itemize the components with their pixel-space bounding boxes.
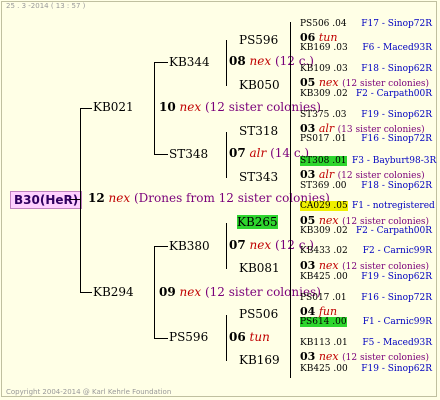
connector <box>154 338 168 339</box>
gen1-drone-label: 12 nex (Drones from 12 sister colonies) <box>88 192 330 205</box>
connector <box>80 108 92 109</box>
leaf-queen[interactable]: PS017 .01 <box>300 292 347 305</box>
leaf-pedigree-link[interactable]: F17 - Sinop72R <box>352 18 432 31</box>
sub-drone: 06 tun <box>300 31 338 44</box>
leaf-queen[interactable]: PS506 .04 <box>300 18 347 31</box>
leaf-id: KB433 .02 <box>300 246 348 256</box>
connector <box>80 292 92 293</box>
leaf-pedigree-link[interactable]: F6 - Maced93R <box>352 42 432 55</box>
leaf-pedigree-link[interactable]: F1 - notregistered <box>352 200 435 213</box>
leaf-id: CA029 .05 <box>300 201 348 211</box>
mid-queen-3[interactable]: KB380 <box>169 240 210 253</box>
connector <box>226 315 227 361</box>
mid-drone-2: 07 alr (14 c.) <box>229 146 310 160</box>
leaf-pedigree-link[interactable]: F18 - Sinop62R <box>352 63 432 76</box>
sub-drone: 05 nex (12 sister colonies) <box>300 76 430 89</box>
mid-queen-1[interactable]: KB344 <box>169 56 210 69</box>
connector <box>154 246 168 247</box>
leaf-id: KB113 .01 <box>300 338 348 348</box>
leaf-id: PS614 .00 <box>300 317 347 327</box>
mid-queen-4[interactable]: PS596 <box>169 331 208 344</box>
connector <box>226 132 227 178</box>
sub-queen-2[interactable]: KB050 <box>239 79 280 92</box>
mid-drone-4: 06 tun <box>229 330 270 344</box>
sub-drone: 03 nex (12 sister colonies) <box>300 259 430 272</box>
sub-queen-1[interactable]: PS596 <box>239 34 278 47</box>
leaf-id: PS506 .04 <box>300 19 347 29</box>
connector <box>154 246 155 338</box>
root-queen[interactable]: B30(HeR) <box>10 191 83 209</box>
leaf-queen[interactable]: KB109 .03 <box>300 63 348 76</box>
sub-drone: 03 alr (12 sister colonies) <box>300 168 425 181</box>
sub-queen-5[interactable]: KB265 <box>237 215 278 229</box>
leaf-id: ST375 .03 <box>300 110 347 120</box>
connector <box>290 22 291 378</box>
leaf-queen[interactable]: KB113 .01 <box>300 337 348 350</box>
gen1-tag: nex <box>108 191 131 205</box>
leaf-queen[interactable]: KB433 .02 <box>300 245 348 258</box>
leaf-id: KB169 .03 <box>300 43 348 53</box>
leaf-id: KB109 .03 <box>300 64 348 74</box>
pedigree-canvas: 25 . 3 -2014 ( 13 : 57 ) B30(HeR) 12 nex… <box>0 0 440 400</box>
connector <box>154 154 168 155</box>
left-bottom-drone: 09 nex (12 sister colonies) <box>159 285 321 299</box>
sub-queen-8[interactable]: KB169 <box>239 354 280 367</box>
connector <box>154 62 155 154</box>
sub-queen-4[interactable]: ST343 <box>239 171 278 184</box>
mid-queen-2[interactable]: ST348 <box>169 148 208 161</box>
leaf-id: KB425 .00 <box>300 364 348 374</box>
sub-drone: 04 fun <box>300 305 338 318</box>
left-top-drone: 10 nex (12 sister colonies) <box>159 100 321 114</box>
connector <box>226 223 227 269</box>
gen1-num: 12 <box>88 191 105 205</box>
sub-drone: 03 alr (13 sister colonies) <box>300 122 425 135</box>
leaf-queen[interactable]: ST308 .01 <box>300 155 347 168</box>
leaf-pedigree-link[interactable]: F2 - Carnic99R <box>352 245 432 258</box>
leaf-pedigree-link[interactable]: F16 - Sinop72R <box>352 292 432 305</box>
sub-queen-3[interactable]: ST318 <box>239 125 278 138</box>
sub-queen-6[interactable]: KB081 <box>239 262 280 275</box>
connector <box>226 40 227 86</box>
timestamp: 25 . 3 -2014 ( 13 : 57 ) <box>6 2 86 10</box>
sub-queen-7[interactable]: PS506 <box>239 308 278 321</box>
connector <box>154 62 168 63</box>
left-bottom-queen[interactable]: KB294 <box>93 286 134 299</box>
left-top-queen[interactable]: KB021 <box>93 101 134 114</box>
leaf-id: PS017 .01 <box>300 293 347 303</box>
leaf-queen[interactable]: CA029 .05 <box>300 200 348 213</box>
leaf-id: ST308 .01 <box>300 156 347 166</box>
sub-drone: 03 nex (12 sister colonies) <box>300 350 430 363</box>
leaf-pedigree-link[interactable]: F19 - Sinop62R <box>352 109 432 122</box>
connector <box>70 199 80 200</box>
leaf-pedigree-link[interactable]: F1 - Carnic99R <box>352 316 432 329</box>
copyright: Copyright 2004-2014 @ Karl Kehrle Founda… <box>6 388 172 396</box>
leaf-queen[interactable]: ST375 .03 <box>300 109 347 122</box>
leaf-pedigree-link[interactable]: F5 - Maced93R <box>352 337 432 350</box>
leaf-pedigree-link[interactable]: F3 - Bayburt98-3R <box>352 155 436 168</box>
connector <box>80 108 81 292</box>
sub-drone: 05 nex (12 sister colonies) <box>300 214 430 227</box>
